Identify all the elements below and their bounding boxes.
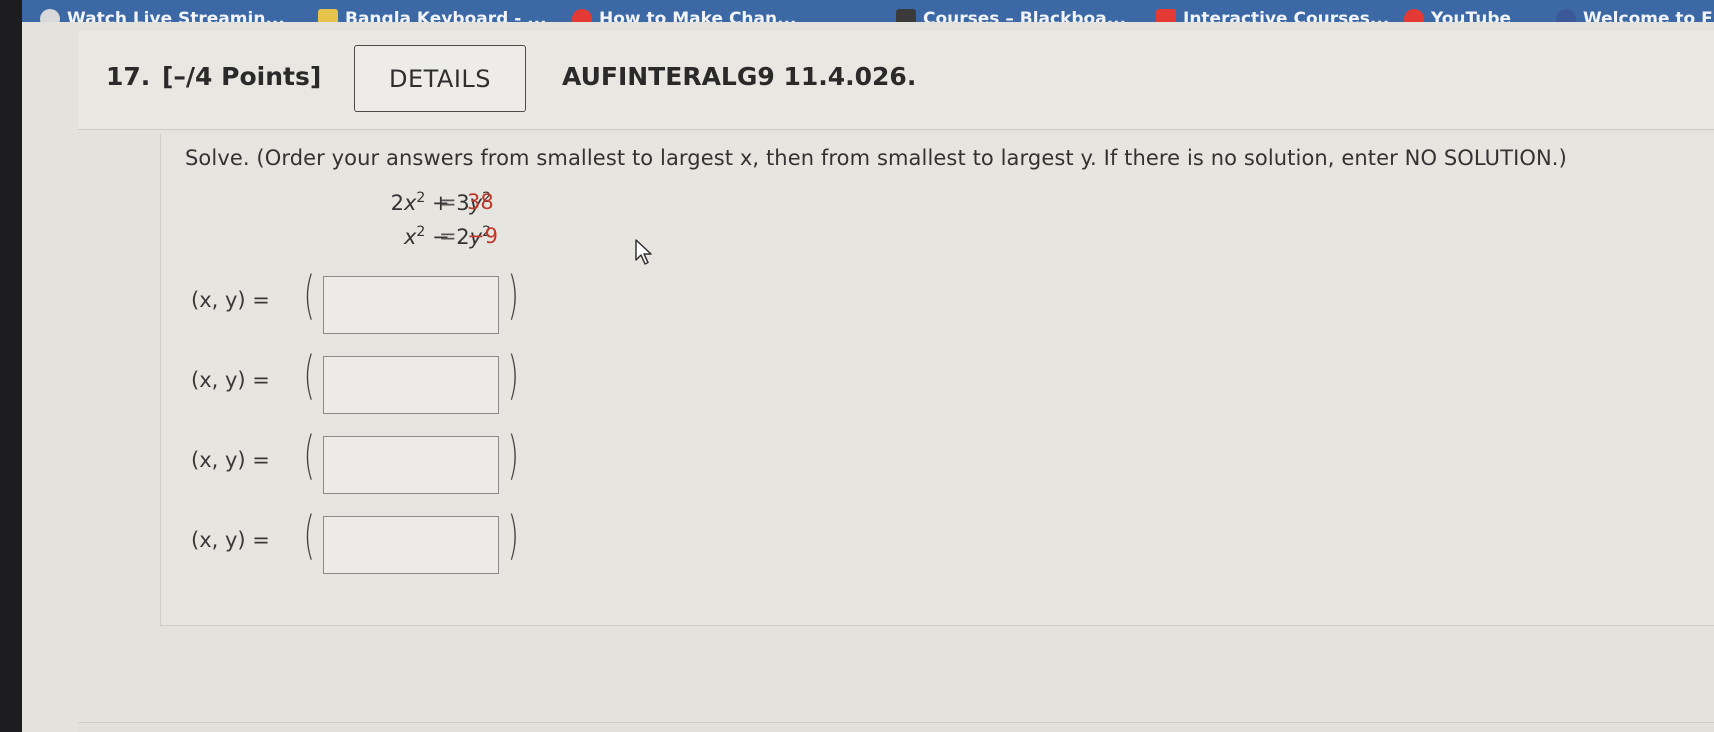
equals-sign: = <box>439 190 457 214</box>
equals-sign: = <box>439 224 457 248</box>
question-points: [–/4 Points] <box>162 62 322 91</box>
image-icon <box>318 9 338 22</box>
equation-2: x2 − 2y2 = −9 <box>404 224 498 252</box>
answer-input-1[interactable] <box>323 276 499 334</box>
mouse-cursor-icon <box>635 239 652 265</box>
instructions-text: Solve. (Order your answers from smallest… <box>185 146 1567 170</box>
left-paren: ( <box>303 426 315 486</box>
answer-row-1: (x, y) = ( ) <box>191 266 551 334</box>
bookmark-how-to-make[interactable]: How to Make Chan... <box>572 9 796 22</box>
bookmark-blackboard[interactable]: Courses – Blackboa... <box>896 9 1126 22</box>
answer-label: (x, y) = <box>191 368 270 392</box>
next-question-strip <box>78 722 1714 732</box>
courses-icon <box>1156 9 1176 22</box>
bookmarks-bar: Watch Live Streamin... Bangla Keyboard -… <box>0 0 1714 22</box>
bookmark-label: How to Make Chan... <box>599 8 797 22</box>
bookmark-welcome[interactable]: Welcome to F <box>1556 9 1713 22</box>
right-paren: ) <box>507 426 519 486</box>
blackboard-icon <box>896 9 916 22</box>
question-header: 17. [–/4 Points] DETAILS AUFINTERALG9 11… <box>78 30 1714 130</box>
screen-bezel <box>0 0 22 732</box>
bookmark-live-stream[interactable]: Watch Live Streamin... <box>40 9 285 22</box>
youtube-icon <box>1404 9 1424 22</box>
answer-row-2: (x, y) = ( ) <box>191 346 551 414</box>
answer-row-4: (x, y) = ( ) <box>191 506 551 574</box>
right-paren: ) <box>507 506 519 566</box>
bookmark-label: Watch Live Streamin... <box>67 8 285 22</box>
right-paren: ) <box>507 266 519 326</box>
answer-label: (x, y) = <box>191 448 270 472</box>
equation-2-rhs: −9 <box>467 224 498 248</box>
play-icon <box>40 9 60 22</box>
youtube-icon <box>572 9 592 22</box>
equation-1-rhs: 38 <box>467 190 494 214</box>
answer-input-3[interactable] <box>323 436 499 494</box>
question-body: Solve. (Order your answers from smallest… <box>160 134 1714 626</box>
equation-1: 2x2 + 3y2 = 38 <box>391 190 494 218</box>
bookmark-label: Welcome to F <box>1583 8 1713 22</box>
question-number: 17. <box>106 62 151 91</box>
bookmark-label: Courses – Blackboa... <box>923 8 1127 22</box>
bookmark-label: Bangla Keyboard - ... <box>345 8 547 22</box>
bookmark-label: YouTube <box>1431 8 1512 22</box>
question-code: AUFINTERALG9 11.4.026. <box>562 62 917 91</box>
bookmark-label: Interactive Courses... <box>1183 8 1390 22</box>
bookmark-interactive-courses[interactable]: Interactive Courses... <box>1156 9 1389 22</box>
facebook-icon <box>1556 9 1576 22</box>
left-paren: ( <box>303 346 315 406</box>
answer-row-3: (x, y) = ( ) <box>191 426 551 494</box>
bookmark-youtube[interactable]: YouTube <box>1404 9 1511 22</box>
details-button[interactable]: DETAILS <box>354 45 526 112</box>
browser-viewport: Watch Live Streamin... Bangla Keyboard -… <box>0 0 1714 732</box>
right-paren: ) <box>507 346 519 406</box>
left-paren: ( <box>303 506 315 566</box>
answer-label: (x, y) = <box>191 528 270 552</box>
left-paren: ( <box>303 266 315 326</box>
answer-label: (x, y) = <box>191 288 270 312</box>
answer-input-4[interactable] <box>323 516 499 574</box>
answer-input-2[interactable] <box>323 356 499 414</box>
bookmark-bangla-keyboard[interactable]: Bangla Keyboard - ... <box>318 9 547 22</box>
